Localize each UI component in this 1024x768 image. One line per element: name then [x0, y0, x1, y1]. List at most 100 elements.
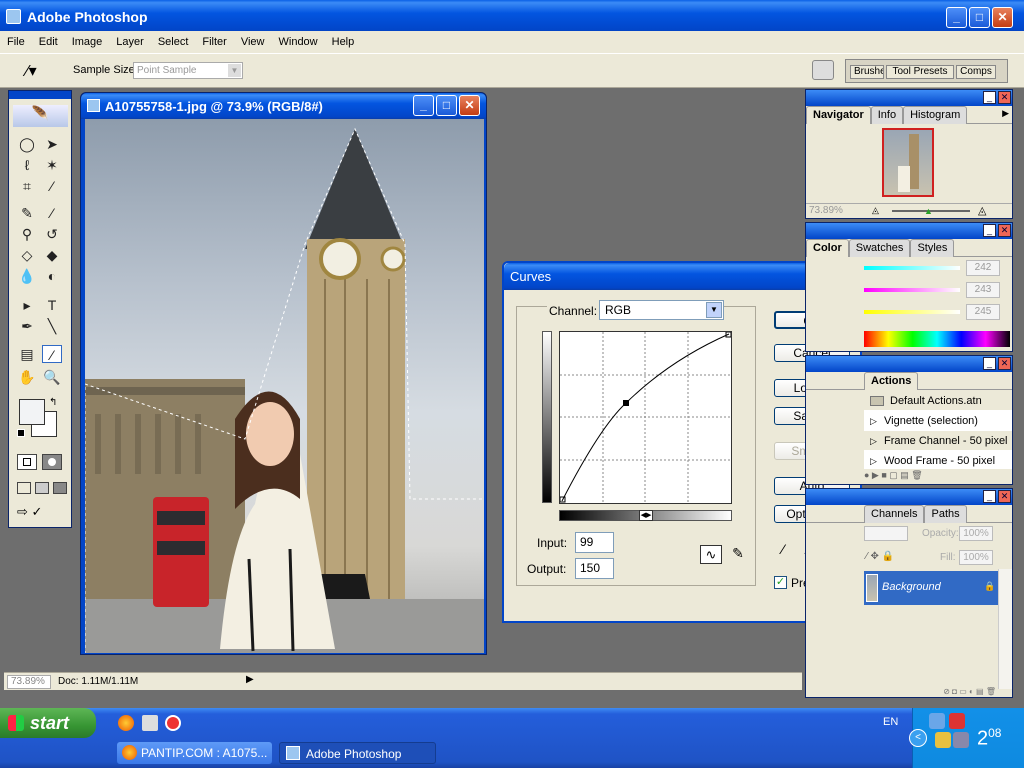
document-canvas[interactable]	[85, 119, 484, 653]
doc-maximize-button[interactable]: □	[436, 95, 457, 116]
status-zoom[interactable]: 73.89%	[7, 675, 51, 689]
gradient-direction-toggle-icon[interactable]: ◀▶	[639, 510, 653, 521]
toolbox-titlebar[interactable]	[9, 91, 71, 99]
red-value[interactable]: 242	[966, 260, 1000, 276]
action-item[interactable]: ▷ Frame Channel - 50 pixel	[864, 431, 1012, 451]
zoom-slider-thumb[interactable]: ▲	[924, 206, 933, 216]
tab-histogram[interactable]: Histogram	[903, 106, 968, 124]
palette-well-icon[interactable]	[812, 60, 834, 80]
eyedropper-icon[interactable]: ⁄▾	[26, 61, 37, 81]
magic-wand-icon[interactable]: ✶	[42, 156, 62, 174]
type-tool-icon[interactable]: T	[42, 296, 62, 314]
actions-panel-bar[interactable]: _ ✕	[806, 356, 1012, 372]
start-button[interactable]: start	[0, 708, 96, 738]
healing-brush-icon[interactable]: ✎	[17, 204, 37, 222]
tab-paths[interactable]: Paths	[924, 505, 967, 523]
dodge-tool-icon[interactable]: ◐	[42, 267, 62, 285]
standard-mode-icon[interactable]	[17, 454, 37, 470]
menu-file[interactable]: File	[0, 31, 32, 53]
fill-field[interactable]: 100%	[959, 550, 993, 565]
navigator-thumbnail[interactable]	[882, 128, 934, 197]
hand-tool-icon[interactable]: ✋	[17, 368, 37, 386]
black-point-eyedropper-icon[interactable]: ⁄	[782, 541, 784, 557]
network-tray-icon[interactable]	[929, 713, 945, 729]
screen-mode-full-icon[interactable]	[53, 482, 67, 494]
shield-tray-icon[interactable]	[949, 713, 965, 729]
clock[interactable]: 208	[977, 726, 1001, 751]
history-brush-icon[interactable]: ↺	[42, 225, 62, 243]
quickmask-mode-icon[interactable]	[42, 454, 62, 470]
navigator-zoom[interactable]: 73.89%	[809, 205, 843, 216]
tab-navigator[interactable]: Navigator	[806, 106, 871, 124]
menu-view[interactable]: View	[234, 31, 272, 53]
output-field[interactable]: 150	[575, 558, 614, 579]
opacity-field[interactable]: 100%	[959, 526, 993, 541]
actions-close-icon[interactable]: ✕	[998, 357, 1011, 370]
layers-minimize-icon[interactable]: _	[983, 490, 996, 503]
panel-close-icon[interactable]: ✕	[998, 91, 1011, 104]
path-select-icon[interactable]: ▸	[17, 296, 37, 314]
close-button[interactable]: ✕	[992, 7, 1013, 28]
input-field[interactable]: 99	[575, 532, 614, 553]
action-set-item[interactable]: Default Actions.atn	[864, 391, 1012, 411]
well-tab-brushes[interactable]: Brushes	[850, 65, 884, 79]
maximize-button[interactable]: □	[969, 7, 990, 28]
well-tab-tool-presets[interactable]: Tool Presets	[886, 65, 954, 79]
layers-scrollbar[interactable]	[998, 569, 1012, 689]
well-tab-comps[interactable]: Comps	[956, 65, 996, 79]
firefox-quicklaunch-icon[interactable]	[118, 715, 134, 731]
navigator-panel-bar[interactable]: _ ✕	[806, 90, 1012, 106]
document-titlebar[interactable]: A10755758-1.jpg @ 73.9% (RGB/8#) _ □ ✕	[81, 93, 486, 119]
layer-row-background[interactable]: Background 🔒	[864, 571, 998, 605]
menu-filter[interactable]: Filter	[195, 31, 233, 53]
marquee-tool-icon[interactable]: ◯	[17, 135, 37, 153]
lock-icons[interactable]: ⁄ ✥ 🔒	[866, 551, 894, 562]
blue-value[interactable]: 245	[966, 304, 1000, 320]
app2-quicklaunch-icon[interactable]	[165, 715, 181, 731]
pencil-tool-icon[interactable]: ✎	[728, 545, 748, 564]
status-menu-arrow-icon[interactable]: ▶	[246, 674, 254, 685]
chevron-down-icon[interactable]: ▼	[706, 302, 722, 318]
tab-color[interactable]: Color	[806, 239, 849, 257]
language-indicator[interactable]: EN	[883, 716, 898, 728]
blur-tool-icon[interactable]: 💧	[17, 267, 37, 285]
actions-minimize-icon[interactable]: _	[983, 357, 996, 370]
channel-select[interactable]: RGB ▼	[599, 300, 724, 320]
zoom-out-icon[interactable]: ◬	[872, 205, 879, 216]
tab-actions[interactable]: Actions	[864, 372, 919, 390]
crop-tool-icon[interactable]: ⌗	[17, 177, 37, 195]
curve-graph[interactable]	[559, 331, 732, 504]
messenger-tray-icon[interactable]	[953, 732, 969, 748]
screen-mode-standard-icon[interactable]	[17, 482, 31, 494]
eraser-tool-icon[interactable]: ◇	[17, 246, 37, 264]
screen-mode-full-menu-icon[interactable]	[35, 482, 49, 494]
line-tool-icon[interactable]: ╲	[42, 317, 62, 335]
menu-image[interactable]: Image	[65, 31, 110, 53]
doc-close-button[interactable]: ✕	[459, 95, 480, 116]
menu-layer[interactable]: Layer	[109, 31, 151, 53]
action-item[interactable]: ▷ Vignette (selection)	[864, 411, 1012, 431]
green-slider[interactable]	[864, 288, 960, 292]
tab-swatches[interactable]: Swatches	[848, 239, 911, 257]
tab-channels[interactable]: Channels	[864, 505, 925, 523]
panel-menu-icon[interactable]: ▶	[1002, 108, 1009, 119]
task-pantip[interactable]: PANTIP.COM : A1075...	[117, 742, 272, 764]
action-item[interactable]: ▷ Wood Frame - 50 pixel	[864, 451, 1012, 469]
curve-tool-icon[interactable]: ∿	[700, 545, 722, 564]
tray-collapse-icon[interactable]: <	[909, 729, 927, 747]
minimize-button[interactable]: _	[946, 7, 967, 28]
jump-to-imageready-icon[interactable]: ⇨ ✓	[17, 504, 63, 522]
volume-tray-icon[interactable]	[935, 732, 951, 748]
app-titlebar[interactable]: Adobe Photoshop _ □ ✕	[0, 0, 1024, 33]
swap-colors-icon[interactable]: ↰	[49, 397, 57, 408]
menu-edit[interactable]: Edit	[32, 31, 65, 53]
preview-checkbox[interactable]: ✓	[774, 576, 787, 589]
default-colors-icon[interactable]	[17, 429, 25, 437]
foreground-color-swatch[interactable]	[19, 399, 45, 425]
doc-minimize-button[interactable]: _	[413, 95, 434, 116]
clone-stamp-icon[interactable]: ⚲	[17, 225, 37, 243]
move-tool-icon[interactable]: ➤	[42, 135, 62, 153]
sample-size-select[interactable]: Point Sample ▼	[133, 62, 243, 79]
task-photoshop[interactable]: Adobe Photoshop	[279, 742, 436, 764]
color-panel-close-icon[interactable]: ✕	[998, 224, 1011, 237]
